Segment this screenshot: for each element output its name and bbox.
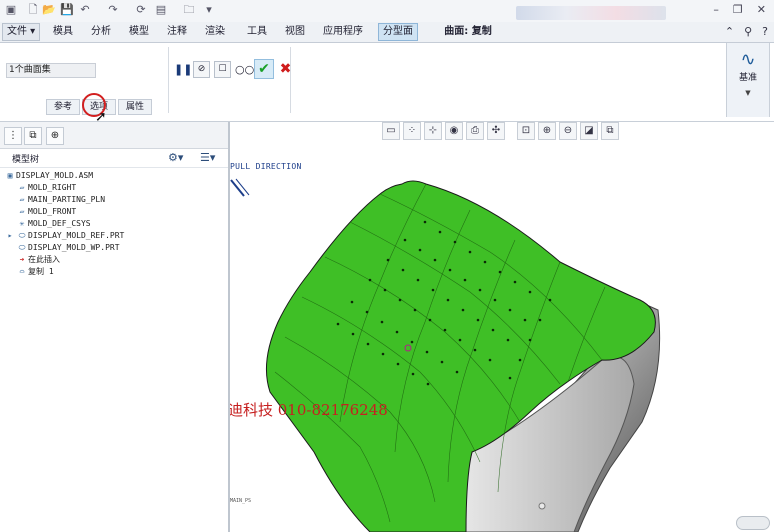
close-icon[interactable]: ✕ <box>757 3 766 16</box>
tree-node[interactable]: ▸ ⬭ DISPLAY_MOLD_REF.PRT <box>4 230 125 241</box>
window-title-blur <box>516 6 666 20</box>
datum-label: 基准 <box>738 73 757 83</box>
tree-node[interactable]: ▱ MAIN_PARTING_PLN <box>16 194 105 205</box>
navigator-panel: ⋮ ⧉ ⊕ 模型树 ⚙▾ ☰▾ ▣ DISPLAY_MOLD.ASM ▱ MOLD_… <box>0 122 230 532</box>
graphics-viewport[interactable]: ▭ ⁘ ⊹ ◉ ⎙ ✣ ⊡ ⊕ ⊖ ◪ ⧉ PULL DIRECTION 兆迪科… <box>230 122 774 532</box>
model-tree-tab-icon[interactable]: ⋮ <box>4 127 22 145</box>
ribbon-tab-bar: 文件 ▾ 模具 分析 模型 注释 渲染 工具 视图 应用程序 分型面 曲面: 复… <box>0 22 774 43</box>
ribbon-separator <box>290 47 291 113</box>
tree-node-label: MAIN_PARTING_PLN <box>28 195 106 204</box>
redo-icon[interactable]: ↷ <box>106 3 120 17</box>
tree-node[interactable]: ▣ DISPLAY_MOLD.ASM <box>4 170 93 181</box>
tree-node-label: DISPLAY_MOLD.ASM <box>16 171 94 180</box>
tab-view[interactable]: 视图 <box>282 25 308 39</box>
tab-parting-surface[interactable]: 分型面 <box>378 23 418 41</box>
tree-filter-icon[interactable]: ☰▾ <box>200 151 215 164</box>
window-controls: – ❐ ✕ <box>713 3 766 16</box>
tree-node[interactable]: ✳ MOLD_DEF_CSYS <box>16 218 91 229</box>
part-icon: ⬭ <box>18 231 26 240</box>
folder-icon[interactable]: 🗀 <box>182 3 196 17</box>
tab-applications[interactable]: 应用程序 <box>320 25 366 39</box>
watermark-text: 兆迪科技 010-82176248 <box>230 401 388 419</box>
feature-controls: ❚❚ ⊘ ☐ ○○ ✔ ✖ <box>174 59 293 79</box>
datum-plane-icon: ▱ <box>19 183 25 192</box>
help-icon[interactable]: ? <box>762 25 768 38</box>
tab-analysis[interactable]: 分析 <box>88 25 114 39</box>
new-icon[interactable]: 🗋 <box>26 3 40 17</box>
no-preview-icon[interactable]: ⊘ <box>193 60 210 78</box>
preview-glasses-icon[interactable]: ○○ <box>235 62 254 77</box>
view-name-label: MAIN_PS <box>230 498 252 504</box>
model-graphics <box>230 178 661 532</box>
verify-preview-icon[interactable]: ☐ <box>214 60 231 78</box>
insert-here-icon: ➔ <box>19 255 25 264</box>
tree-node[interactable]: ➔ 在此插入 <box>16 254 60 265</box>
confirm-check-icon[interactable]: ✔ <box>254 59 274 79</box>
open-icon[interactable]: 📂 <box>42 3 56 17</box>
tab-file-label: 文件 <box>7 26 27 37</box>
expand-arrow-icon[interactable]: ▸ <box>4 230 16 241</box>
tree-header: 模型树 ⚙▾ ☰▾ <box>0 149 228 168</box>
tree-node[interactable]: ▱ MOLD_FRONT <box>16 206 77 217</box>
quick-access-toolbar: ▣ 🗋 📂 💾 ↶ ↷ ⟳ ▤ 🗀 ▾ – ❐ ✕ <box>0 0 774 23</box>
copy-feature-icon: ⌓ <box>19 267 25 276</box>
surface-set-field[interactable]: 1个曲面集 <box>6 63 96 78</box>
tab-mold[interactable]: 模具 <box>50 25 76 39</box>
ribbon-right-icons: ⌃ ⚲ ? <box>725 25 768 38</box>
layers-tab-icon[interactable]: ⧉ <box>24 127 42 145</box>
ribbon-panel: 1个曲面集 参考 选项 属性 ➚ ❚❚ ⊘ ☐ ○○ ✔ ✖ ∿ 基准 ▼ <box>0 43 774 125</box>
save-icon[interactable]: 💾 <box>60 3 74 17</box>
datum-plane-icon: ▱ <box>19 195 25 204</box>
folder-browser-tab-icon[interactable]: ⊕ <box>46 127 64 145</box>
subtab-properties[interactable]: 属性 <box>118 99 152 115</box>
subtab-references[interactable]: 参考 <box>46 99 80 115</box>
pull-direction-arrow <box>230 178 250 197</box>
tree-node[interactable]: ⬭ DISPLAY_MOLD_WP.PRT <box>16 242 120 253</box>
tree-node-label: DISPLAY_MOLD_REF.PRT <box>28 231 125 240</box>
search-icon[interactable]: ⚲ <box>744 25 752 38</box>
tab-model[interactable]: 模型 <box>126 25 152 39</box>
tree-node-label: 复制 1 <box>28 267 54 276</box>
more-icon[interactable]: ▾ <box>202 3 216 17</box>
navigator-tabs: ⋮ ⧉ ⊕ <box>0 122 228 149</box>
minimize-icon[interactable]: – <box>713 3 719 16</box>
tab-file[interactable]: 文件 ▾ <box>2 23 41 41</box>
csys-icon: ✳ <box>19 219 25 228</box>
status-indicator <box>736 516 770 530</box>
part-icon: ⬭ <box>18 243 26 252</box>
undo-icon[interactable]: ↶ <box>78 3 92 17</box>
tab-tools[interactable]: 工具 <box>244 25 270 39</box>
tree-title: 模型树 <box>12 155 40 165</box>
tree-node[interactable]: ▱ MOLD_RIGHT <box>16 182 77 193</box>
cancel-x-icon[interactable]: ✖ <box>278 61 293 77</box>
ribbon-separator <box>168 47 169 113</box>
chevron-down-icon[interactable]: ▼ <box>727 89 769 97</box>
context-tab-label: 曲面: 复制 <box>444 26 492 37</box>
tab-annotate[interactable]: 注释 <box>164 25 190 39</box>
tree-node-label: DISPLAY_MOLD_WP.PRT <box>28 243 120 252</box>
tree-node-label: MOLD_DEF_CSYS <box>28 219 91 228</box>
window-icon[interactable]: ▤ <box>154 3 168 17</box>
pause-icon[interactable]: ❚❚ <box>174 62 192 77</box>
regenerate-icon[interactable]: ⟳ <box>134 3 148 17</box>
assembly-icon: ▣ <box>7 171 13 180</box>
collapse-ribbon-icon[interactable]: ⌃ <box>725 25 734 38</box>
tree-node-label: MOLD_FRONT <box>28 207 77 216</box>
app-logo-icon: ▣ <box>5 3 17 16</box>
tree-node-label: 在此插入 <box>28 255 60 264</box>
tree-node[interactable]: ⌓ 复制 1 <box>16 266 54 277</box>
datum-curve-icon: ∿ <box>740 49 756 70</box>
tree-node-label: MOLD_RIGHT <box>28 183 77 192</box>
tab-render[interactable]: 渲染 <box>202 25 228 39</box>
tree-settings-icon[interactable]: ⚙▾ <box>168 151 183 164</box>
datum-plane-icon: ▱ <box>19 207 25 216</box>
datum-group[interactable]: ∿ 基准 ▼ <box>726 43 770 117</box>
vertex-marker <box>538 502 546 510</box>
restore-icon[interactable]: ❐ <box>733 3 743 16</box>
